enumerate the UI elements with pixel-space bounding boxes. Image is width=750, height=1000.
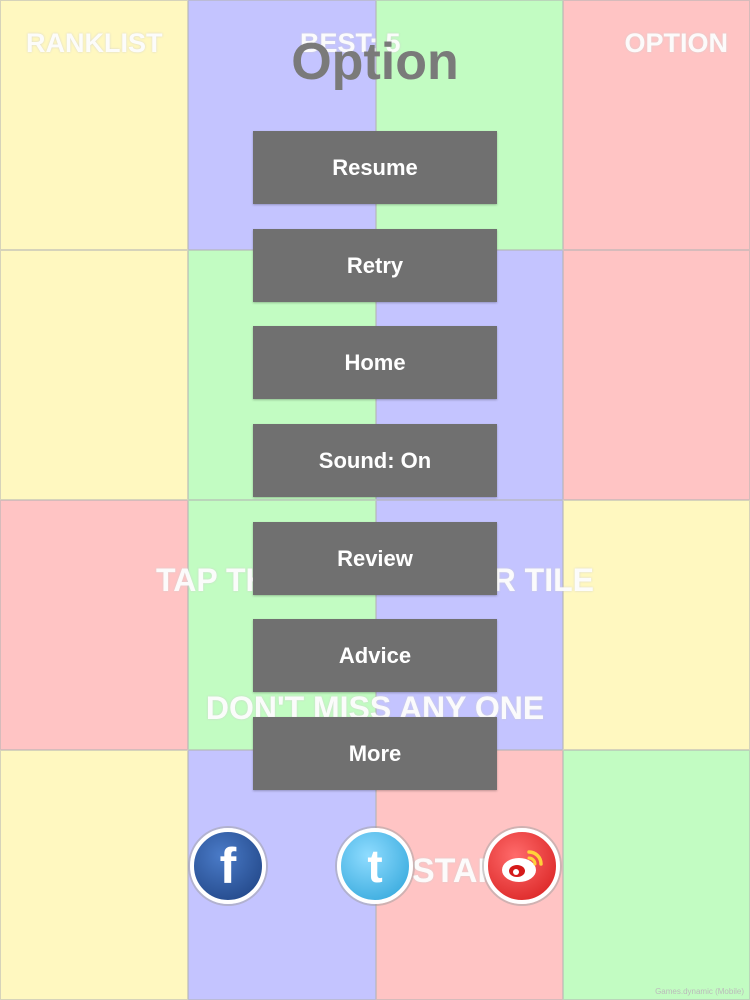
more-button[interactable]: More (253, 717, 497, 790)
weibo-share-button[interactable] (484, 828, 560, 904)
twitter-icon: t (367, 840, 383, 892)
facebook-share-button[interactable]: f (190, 828, 266, 904)
tile-green[interactable] (563, 750, 750, 1000)
tile-red[interactable] (563, 250, 750, 500)
sound-toggle-button[interactable]: Sound: On (253, 424, 497, 497)
home-button[interactable]: Home (253, 326, 497, 399)
weibo-icon (502, 850, 543, 882)
tile-yellow[interactable] (0, 250, 188, 500)
retry-button[interactable]: Retry (253, 229, 497, 302)
review-button[interactable]: Review (253, 522, 497, 595)
resume-button[interactable]: Resume (253, 131, 497, 204)
option-dialog-title: Option (291, 33, 459, 91)
twitter-share-button[interactable]: t (337, 828, 413, 904)
tile-yellow[interactable] (0, 750, 188, 1000)
watermark: Games.dynamic (Mobile) (655, 987, 744, 996)
advice-button[interactable]: Advice (253, 619, 497, 692)
facebook-icon: f (219, 838, 237, 894)
